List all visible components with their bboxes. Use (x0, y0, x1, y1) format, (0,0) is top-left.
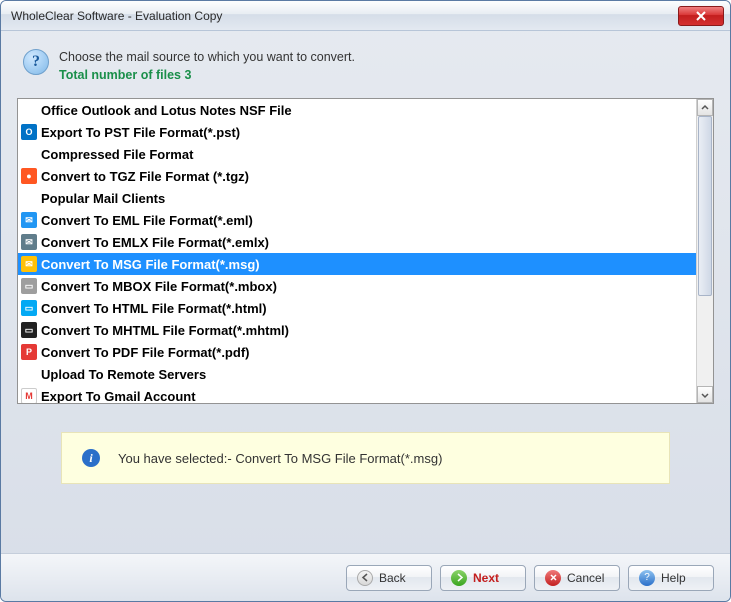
ic-eml-icon: ✉ (21, 212, 37, 228)
titlebar: WholeClear Software - Evaluation Copy (1, 1, 730, 31)
list-item[interactable]: O Export To PST File Format(*.pst) (18, 121, 696, 143)
file-count-label: Total number of files 3 (59, 67, 355, 85)
ic-outlook-icon: O (21, 124, 37, 140)
list-item[interactable]: ✉ Convert To EMLX File Format(*.emlx) (18, 231, 696, 253)
chevron-up-icon (701, 104, 709, 112)
cancel-label: Cancel (567, 571, 604, 585)
next-label: Next (473, 571, 499, 585)
question-icon: ? (23, 49, 49, 75)
help-icon: ? (639, 570, 655, 586)
row-label: Convert to TGZ File Format (*.tgz) (41, 169, 249, 184)
cancel-button[interactable]: Cancel (534, 565, 620, 591)
scroll-thumb[interactable] (698, 116, 712, 296)
list-header: Upload To Remote Servers (18, 363, 696, 385)
scrollbar[interactable] (696, 99, 713, 403)
close-icon (696, 11, 706, 21)
intro-line1: Choose the mail source to which you want… (59, 49, 355, 67)
row-label: Convert To HTML File Format(*.html) (41, 301, 267, 316)
row-label: Convert To EML File Format(*.eml) (41, 213, 253, 228)
footer: Back Next Cancel ? Help (1, 553, 730, 601)
ic-html-icon: ▭ (21, 300, 37, 316)
window-title: WholeClear Software - Evaluation Copy (11, 9, 678, 23)
chevron-down-icon (701, 391, 709, 399)
ic-emlx-icon: ✉ (21, 234, 37, 250)
arrow-left-icon (357, 570, 373, 586)
intro-text: Choose the mail source to which you want… (59, 49, 355, 84)
row-label: Convert To EMLX File Format(*.emlx) (41, 235, 269, 250)
row-label: Export To PST File Format(*.pst) (41, 125, 240, 140)
ic-pdf-icon: P (21, 344, 37, 360)
list-item[interactable]: ● Convert to TGZ File Format (*.tgz) (18, 165, 696, 187)
ic-msg-icon: ✉ (21, 256, 37, 272)
row-label: Convert To MBOX File Format(*.mbox) (41, 279, 277, 294)
app-window: WholeClear Software - Evaluation Copy ? … (0, 0, 731, 602)
close-button[interactable] (678, 6, 724, 26)
content-area: ? Choose the mail source to which you wa… (1, 31, 730, 512)
list-header: Office Outlook and Lotus Notes NSF File (18, 99, 696, 121)
status-value: Convert To MSG File Format(*.msg) (235, 451, 442, 466)
list-item[interactable]: M Export To Gmail Account (18, 385, 696, 403)
format-list[interactable]: Office Outlook and Lotus Notes NSF File O… (18, 99, 696, 403)
intro-section: ? Choose the mail source to which you wa… (17, 45, 714, 98)
help-label: Help (661, 571, 686, 585)
back-button[interactable]: Back (346, 565, 432, 591)
scroll-up-button[interactable] (697, 99, 713, 116)
row-label: Convert To PDF File Format(*.pdf) (41, 345, 249, 360)
status-text: You have selected:- Convert To MSG File … (118, 451, 442, 466)
row-label: Upload To Remote Servers (41, 367, 206, 382)
status-area: i You have selected:- Convert To MSG Fil… (17, 404, 714, 512)
row-label: Compressed File Format (41, 147, 193, 162)
status-box: i You have selected:- Convert To MSG Fil… (61, 432, 670, 484)
next-button[interactable]: Next (440, 565, 526, 591)
list-item[interactable]: ▭ Convert To HTML File Format(*.html) (18, 297, 696, 319)
format-list-panel: Office Outlook and Lotus Notes NSF File O… (17, 98, 714, 404)
row-label: Popular Mail Clients (41, 191, 165, 206)
row-label: Convert To MHTML File Format(*.mhtml) (41, 323, 289, 338)
row-label: Convert To MSG File Format(*.msg) (41, 257, 260, 272)
scroll-down-button[interactable] (697, 386, 713, 403)
arrow-right-icon (451, 570, 467, 586)
list-item[interactable]: ▭ Convert To MBOX File Format(*.mbox) (18, 275, 696, 297)
list-item[interactable]: ✉ Convert To EML File Format(*.eml) (18, 209, 696, 231)
ic-mbox-icon: ▭ (21, 278, 37, 294)
list-header: Compressed File Format (18, 143, 696, 165)
status-prefix: You have selected:- (118, 451, 235, 466)
info-icon: i (82, 449, 100, 467)
help-button[interactable]: ? Help (628, 565, 714, 591)
back-label: Back (379, 571, 406, 585)
ic-mhtml-icon: ▭ (21, 322, 37, 338)
list-item[interactable]: ▭ Convert To MHTML File Format(*.mhtml) (18, 319, 696, 341)
ic-gmail-icon: M (21, 388, 37, 403)
row-label: Export To Gmail Account (41, 389, 196, 404)
ic-tgz-icon: ● (21, 168, 37, 184)
list-item[interactable]: P Convert To PDF File Format(*.pdf) (18, 341, 696, 363)
row-label: Office Outlook and Lotus Notes NSF File (41, 103, 292, 118)
list-item[interactable]: ✉ Convert To MSG File Format(*.msg) (18, 253, 696, 275)
cancel-icon (545, 570, 561, 586)
list-header: Popular Mail Clients (18, 187, 696, 209)
